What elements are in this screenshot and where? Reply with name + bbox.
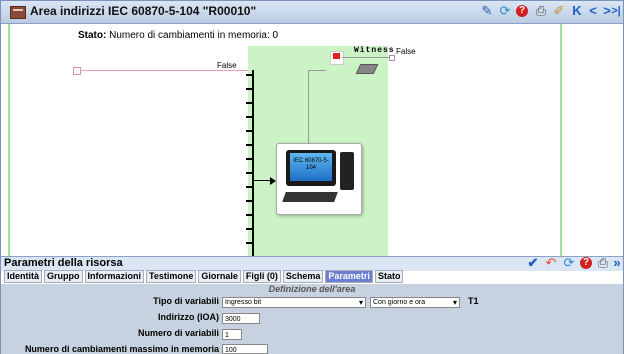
panel-title: Parametri della risorsa xyxy=(4,257,123,269)
tab-stato[interactable]: Stato xyxy=(374,270,404,283)
status-label: Stato: xyxy=(78,30,107,41)
confirm-icon[interactable]: ✔ xyxy=(526,256,540,270)
left-boundary xyxy=(8,24,10,256)
indirizzo-input[interactable]: 3000 xyxy=(222,313,260,324)
keyboard-icon xyxy=(282,192,338,202)
first-icon[interactable]: K xyxy=(570,4,584,18)
chevron-down-icon: ▾ xyxy=(358,298,363,307)
section-title: Definizione dell'area xyxy=(268,284,356,294)
max-input[interactable]: 100 xyxy=(222,344,268,354)
right-boundary xyxy=(560,24,562,256)
device-label: IEC 60870-5-104 xyxy=(290,153,332,181)
tab-informazioni[interactable]: Informazioni xyxy=(84,270,145,283)
refresh-icon[interactable]: ⟳ xyxy=(562,256,576,270)
tab-parametri[interactable]: Parametri xyxy=(325,270,373,283)
tab-testimone[interactable]: Testimone xyxy=(146,270,197,283)
numero-input[interactable]: 1 xyxy=(222,329,242,340)
prev-icon[interactable]: < xyxy=(586,4,600,18)
witness-connection xyxy=(308,70,309,144)
connection-handle[interactable] xyxy=(73,67,81,75)
chevron-down-icon: ▾ xyxy=(452,298,457,307)
input-value-label: False xyxy=(217,61,237,70)
computer-tower-icon xyxy=(340,152,354,190)
tipo-label: Tipo di variabili xyxy=(153,296,219,306)
tab-schema[interactable]: Schema xyxy=(282,270,324,283)
tipo-value: Ingresso bit xyxy=(225,299,262,306)
print-icon[interactable]: ⎙ xyxy=(596,256,610,270)
window-title: Area indirizzi IEC 60870-5-104 "R00010" xyxy=(30,4,257,18)
tipo2-value: Con giorno e ora xyxy=(373,299,426,306)
indirizzo-label: Indirizzo (IOA) xyxy=(158,312,219,322)
witness-value-label: False xyxy=(396,47,416,56)
bus-tick xyxy=(246,228,252,230)
bus-tick xyxy=(246,130,252,132)
bus-tick xyxy=(246,158,252,160)
bus-tick xyxy=(246,144,252,146)
bus-tick xyxy=(246,242,252,244)
witness-connection-h xyxy=(308,70,326,71)
tipo2-select[interactable]: Con giorno e ora ▾ xyxy=(370,297,460,308)
tab-gruppo[interactable]: Gruppo xyxy=(44,270,83,283)
bus-tick xyxy=(246,116,252,118)
help-icon[interactable]: ? xyxy=(580,257,592,269)
witness-handle[interactable] xyxy=(389,55,395,61)
signal-bus xyxy=(252,70,254,256)
tipo-select[interactable]: Ingresso bit ▾ xyxy=(222,297,366,308)
max-label: Numero di cambiamenti massimo in memoria xyxy=(24,344,219,354)
witness-label: Witness xyxy=(354,46,395,55)
bus-tick xyxy=(246,172,252,174)
status-text: Numero di cambiamenti in memoria: 0 xyxy=(109,30,279,41)
last-icon[interactable]: >| xyxy=(610,4,622,18)
tab-bar: Identità Gruppo Informazioni Testimone G… xyxy=(4,270,404,283)
undo-icon[interactable]: ↶ xyxy=(544,256,558,270)
tab-figli[interactable]: Figli (0) xyxy=(242,270,281,283)
input-connection xyxy=(76,70,248,71)
bus-tick xyxy=(246,102,252,104)
collapse-icon[interactable]: » xyxy=(612,256,622,270)
status-line: Stato: Numero di cambiamenti in memoria:… xyxy=(78,30,278,41)
bus-tick xyxy=(246,74,252,76)
bus-tick xyxy=(246,88,252,90)
bus-tick xyxy=(246,186,252,188)
help-icon[interactable]: ? xyxy=(516,5,528,17)
numero-label: Numero di variabili xyxy=(137,328,219,338)
edit-icon[interactable]: ✐ xyxy=(552,4,566,18)
witness-output-line xyxy=(342,57,390,58)
pencil-icon[interactable]: ✎ xyxy=(480,4,494,18)
print-icon[interactable]: ⎙ xyxy=(534,4,548,18)
flag-icon[interactable] xyxy=(330,51,344,65)
tab-identita[interactable]: Identità xyxy=(4,270,43,283)
tab-giornale[interactable]: Giornale xyxy=(198,270,241,283)
refresh-icon[interactable]: ⟳ xyxy=(498,4,512,18)
window-icon xyxy=(10,6,26,19)
bus-tick xyxy=(246,200,252,202)
bus-tick xyxy=(246,214,252,216)
tipo-suffix: T1 xyxy=(468,296,479,306)
